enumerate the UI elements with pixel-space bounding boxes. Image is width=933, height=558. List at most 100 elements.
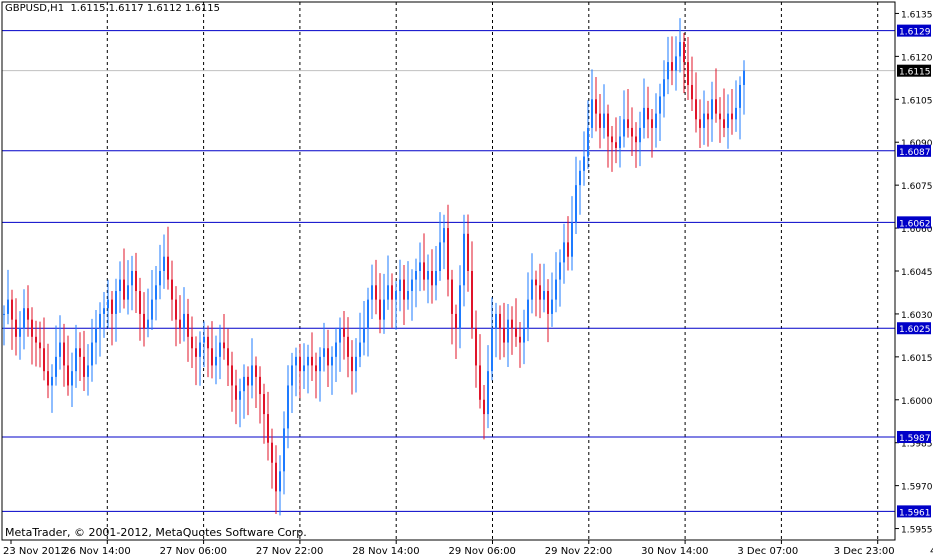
candle-body — [643, 107, 645, 128]
time-tick-label: 29 Nov 06:00 — [449, 546, 516, 557]
candle-body — [279, 471, 281, 492]
candle-body — [319, 356, 321, 372]
candle-body — [707, 113, 709, 120]
candle-body — [39, 342, 41, 349]
level-price-label: 1.5987 — [899, 434, 931, 444]
candle-body — [595, 99, 597, 114]
candle-body — [67, 365, 69, 386]
candle-body — [403, 279, 405, 300]
candle-body — [527, 299, 529, 329]
candle-body — [23, 308, 25, 329]
candle-body — [251, 365, 253, 386]
candle-body — [195, 348, 197, 357]
candle-body — [695, 99, 697, 120]
candle-body — [135, 271, 137, 292]
candle-body — [491, 328, 493, 372]
ohlc-low: 1.6112 — [146, 3, 182, 14]
candle-body — [443, 228, 445, 243]
candle-body — [131, 271, 133, 286]
candle-body — [55, 356, 57, 377]
candle-body — [399, 279, 401, 292]
candle-body — [267, 414, 269, 443]
candle-body — [283, 428, 285, 472]
candle-body — [479, 365, 481, 400]
candle-body — [243, 376, 245, 392]
candle-body — [239, 391, 241, 400]
candle-body — [355, 356, 357, 372]
candle-body — [495, 313, 497, 329]
candle-body — [735, 107, 737, 120]
candle-body — [311, 356, 313, 366]
candle-body — [339, 328, 341, 343]
candle-body — [227, 348, 229, 366]
candle-body — [447, 228, 449, 280]
candle-body — [471, 271, 473, 329]
candle-body — [171, 279, 173, 300]
candle-body — [711, 99, 713, 120]
candle-body — [647, 107, 649, 120]
candle-body — [623, 119, 625, 137]
candle-body — [455, 313, 457, 329]
price-tick-label: 1.5970 — [901, 483, 933, 493]
candle-body — [295, 356, 297, 366]
candle-body — [127, 285, 129, 300]
candle-body — [207, 336, 209, 349]
current-price-label: 1.6115 — [899, 68, 931, 78]
candle-body — [87, 365, 89, 377]
candle-body — [655, 113, 657, 128]
level-price-label: 1.5961 — [899, 508, 931, 518]
candle-body — [155, 285, 157, 300]
candle-body — [315, 365, 317, 372]
candle-body — [223, 342, 225, 349]
price-chart[interactable]: 1.61351.61201.61051.60901.60751.60601.60… — [0, 0, 933, 558]
time-tick-label: 30 Nov 14:00 — [641, 546, 708, 557]
price-tick-label: 1.6120 — [901, 53, 933, 63]
candle-body — [331, 356, 333, 366]
candle-body — [435, 271, 437, 286]
candle-body — [167, 256, 169, 280]
price-tick-label: 1.6015 — [901, 354, 933, 364]
candle-body — [563, 242, 565, 263]
candle-body — [583, 156, 585, 171]
candle-body — [543, 291, 545, 300]
candle-body — [743, 70, 745, 85]
candle-body — [7, 299, 9, 314]
candle-body — [559, 262, 561, 280]
candle-body — [731, 113, 733, 120]
candle-body — [43, 348, 45, 372]
candle-body — [631, 127, 633, 137]
candle-body — [419, 262, 421, 271]
candle-body — [299, 356, 301, 372]
candle-body — [151, 299, 153, 320]
candle-body — [259, 376, 261, 395]
candle-body — [619, 136, 621, 148]
candle-body — [371, 285, 373, 300]
candle-body — [511, 319, 513, 329]
candle-body — [587, 127, 589, 157]
candle-body — [615, 142, 617, 148]
candle-body — [383, 299, 385, 320]
candle-body — [391, 285, 393, 300]
candle-body — [363, 328, 365, 343]
candle-body — [451, 279, 453, 314]
candle-body — [347, 336, 349, 357]
ohlc-high: 1.6117 — [108, 3, 144, 14]
candle-body — [467, 233, 469, 271]
candle-body — [123, 279, 125, 300]
candle-body — [679, 42, 681, 57]
candle-body — [51, 376, 53, 386]
candle-body — [63, 342, 65, 366]
candle-body — [359, 342, 361, 357]
candle-body — [387, 285, 389, 300]
candle-body — [59, 342, 61, 357]
candle-body — [343, 328, 345, 337]
candle-body — [375, 285, 377, 300]
candle-body — [175, 299, 177, 320]
candle-body — [683, 42, 685, 63]
candle-body — [703, 113, 705, 128]
candle-body — [291, 365, 293, 386]
candle-body — [555, 279, 557, 300]
candle-body — [715, 99, 717, 114]
symbol-timeframe: GBPUSD,H1 — [5, 3, 65, 14]
price-tick-label: 1.6105 — [901, 96, 933, 106]
